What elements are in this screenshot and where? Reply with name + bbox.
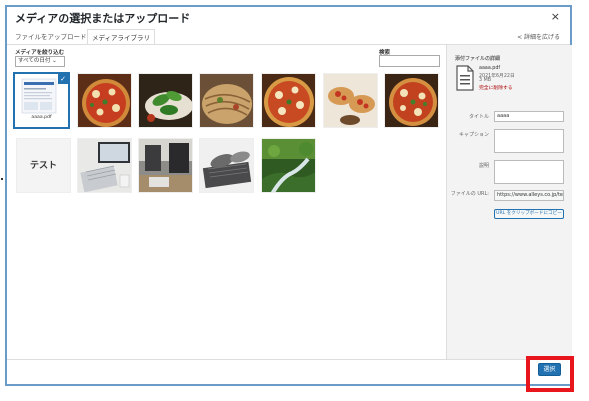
basil-image (139, 74, 192, 127)
dialog-title: メディアの選択またはアップロード (15, 12, 191, 25)
caption-label: キャプション (458, 132, 489, 138)
delete-permanently-link[interactable]: 完全に削除する (479, 84, 513, 91)
media-item-text[interactable]: テスト (16, 138, 71, 193)
file-url-input[interactable]: https://www.alleys.co.jp/te (494, 190, 564, 201)
media-item-basil[interactable] (138, 73, 193, 128)
media-item-pizza-3[interactable] (384, 73, 439, 128)
pizza-image (262, 74, 315, 127)
selected-check-icon[interactable]: ✓ (58, 74, 68, 84)
media-item-noodles[interactable] (199, 73, 254, 128)
media-item-workspace[interactable] (77, 138, 132, 193)
select-button-highlight (526, 356, 574, 392)
date-filter-select[interactable]: すべての日付 ⌄ (15, 56, 65, 67)
close-icon[interactable]: × (551, 10, 560, 23)
search-input[interactable] (379, 55, 440, 67)
description-textarea[interactable] (494, 160, 564, 184)
media-modal: メディアの選択またはアップロード × ファイルをアップロード メディアライブラリ… (5, 5, 572, 386)
media-item-pizza-1[interactable] (77, 73, 132, 128)
bruschetta-image (324, 74, 377, 127)
document-icon (456, 65, 474, 91)
stray-mark (1, 178, 3, 180)
copy-url-button[interactable]: URL をクリップボードにコピー (494, 209, 564, 219)
attachment-details-sidebar: 添付ファイルの詳細 aaaa.pdf 2021年6月22日 3 MB 完全に削除… (446, 45, 572, 359)
tab-media-library[interactable]: メディアライブラリ (87, 29, 156, 45)
expand-details-link[interactable]: < 詳細を広げる (517, 32, 560, 41)
title-label: タイトル (468, 114, 489, 120)
attachment-size: 3 MB (479, 78, 492, 83)
workspace-image (78, 139, 131, 192)
pizza-image (78, 74, 131, 127)
noodles-image (200, 74, 253, 127)
forest-stream-image (262, 139, 315, 192)
media-item-office[interactable] (138, 138, 193, 193)
media-item-forest[interactable] (261, 138, 316, 193)
media-item-pdf[interactable]: aaaa.pdf ✓ (13, 72, 70, 129)
pizza-image (385, 74, 438, 127)
attachment-file-name: aaaa.pdf (479, 66, 501, 71)
media-item-caption: aaaa.pdf (31, 115, 52, 120)
laptop-typing-image (200, 139, 253, 192)
footer-divider (7, 359, 570, 360)
office-image (139, 139, 192, 192)
title-input[interactable]: aaaa (494, 111, 564, 122)
media-item-bruschetta[interactable] (323, 73, 378, 128)
caption-textarea[interactable] (494, 129, 564, 153)
attachment-details-heading: 添付ファイルの詳細 (455, 56, 501, 62)
tab-upload-files[interactable]: ファイルをアップロード (11, 29, 91, 45)
media-item-pizza-2[interactable] (261, 73, 316, 128)
file-url-label: ファイルの URL: (450, 191, 489, 197)
description-label: 説明 (478, 163, 489, 169)
text-tile-label: テスト (29, 161, 57, 171)
filter-label: メディアを絞り込む (15, 50, 65, 56)
media-item-laptop[interactable] (199, 138, 254, 193)
